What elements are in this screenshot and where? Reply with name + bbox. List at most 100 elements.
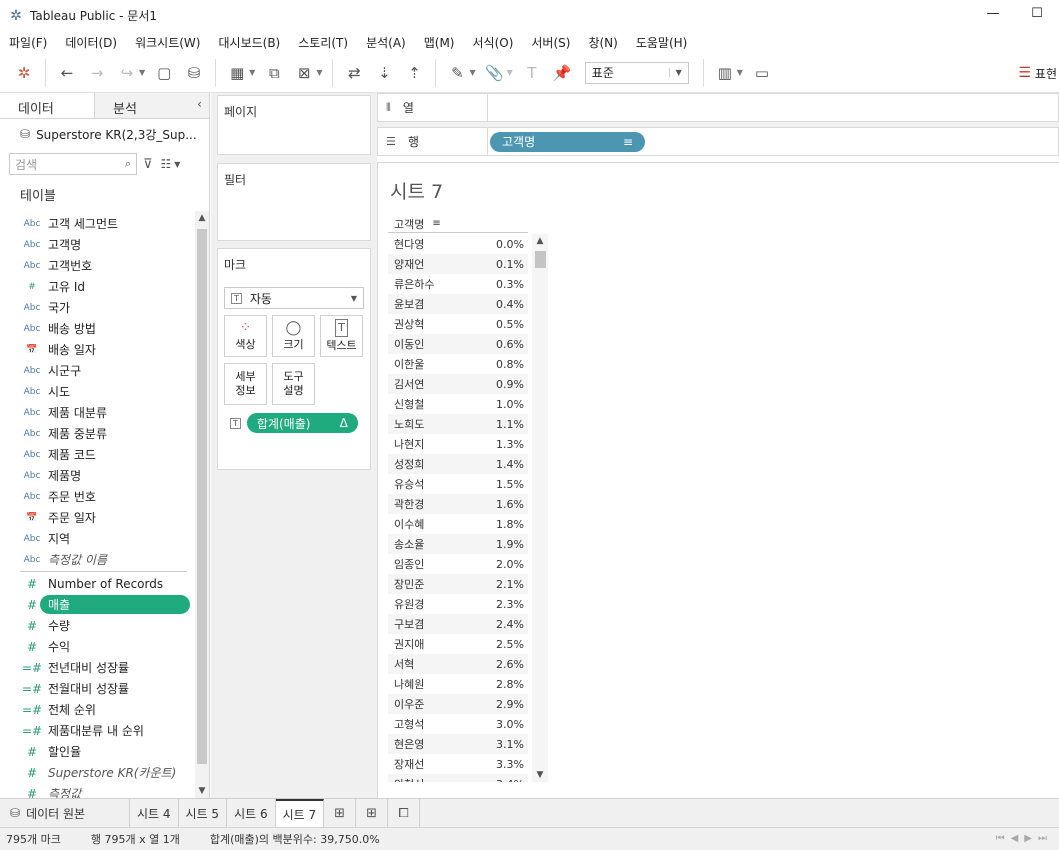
show-cards-dropdown-icon[interactable]: ▼	[737, 68, 743, 77]
menu-worksheet[interactable]: 워크시트(W)	[126, 34, 209, 51]
duplicate-sheet-icon[interactable]: ⧉	[262, 61, 286, 85]
view-scrollbar[interactable]: ▲ ▼	[532, 234, 548, 782]
table-row[interactable]: 이우준 2.9%	[388, 694, 528, 714]
presentation-mode-icon[interactable]: ▭	[750, 61, 774, 85]
clear-sheet-dropdown-icon[interactable]: ▼	[316, 68, 322, 77]
group-dropdown-icon[interactable]: ▼	[507, 68, 513, 77]
scroll-up-icon[interactable]: ▲	[195, 213, 209, 223]
sheet-navigation-icons[interactable]: ⏮◀▶⏭	[996, 833, 1053, 844]
table-row[interactable]: 현은영 3.1%	[388, 734, 528, 754]
scroll-down-icon[interactable]: ▼	[532, 770, 548, 780]
highlight-icon[interactable]: ✎	[445, 61, 469, 85]
field-item[interactable]: Abc 제품 코드	[0, 444, 195, 465]
text-button[interactable]: T 텍스트	[320, 315, 363, 357]
tab-data[interactable]: 데이터	[0, 93, 95, 118]
field-item[interactable]: Abc 지역	[0, 528, 195, 549]
minimize-button[interactable]: —	[971, 6, 1015, 21]
new-worksheet-dropdown-icon[interactable]: ▼	[249, 68, 255, 77]
table-row[interactable]: 안현서3.4%	[388, 774, 528, 782]
scrollbar-thumb[interactable]	[197, 229, 207, 764]
menu-story[interactable]: 스토리(T)	[289, 34, 357, 51]
fit-select[interactable]: 표준 ▼	[584, 61, 689, 84]
scroll-up-icon[interactable]: ▲	[532, 236, 548, 246]
menu-format[interactable]: 서식(O)	[464, 34, 523, 51]
table-row[interactable]: 임종인 2.0%	[388, 554, 528, 574]
table-row[interactable]: 곽한경 1.6%	[388, 494, 528, 514]
field-item[interactable]: Abc 측정값 이름	[0, 549, 195, 570]
swap-rows-columns-icon[interactable]: ⇄	[342, 61, 366, 85]
table-row[interactable]: 나현지 1.3%	[388, 434, 528, 454]
columns-shelf[interactable]: ⦀ 열	[377, 93, 1059, 122]
filter-icon[interactable]: ⊽	[143, 157, 153, 172]
field-item[interactable]: Abc 배송 방법	[0, 318, 195, 339]
tab-analysis[interactable]: 분석	[95, 93, 190, 118]
field-item[interactable]: Abc 고객번호	[0, 255, 195, 276]
field-item[interactable]: =# 전월대비 성장률	[0, 678, 195, 699]
field-item[interactable]: Abc 시군구	[0, 360, 195, 381]
show-mark-labels-icon[interactable]: T	[520, 61, 544, 85]
maximize-button[interactable]: ☐	[1015, 6, 1059, 21]
field-item[interactable]: =# 제품대분류 내 순위	[0, 720, 195, 741]
field-item[interactable]: Abc 제품 중분류	[0, 423, 195, 444]
table-row[interactable]: 권상혁 0.5%	[388, 314, 528, 334]
field-item[interactable]: # 고유 Id	[0, 276, 195, 297]
sort-icon[interactable]: ≡	[432, 218, 440, 229]
view-mode-dropdown-icon[interactable]: ▼	[174, 160, 180, 169]
new-datasource-icon[interactable]: ⛁	[182, 61, 206, 85]
field-item[interactable]: Abc 고객명	[0, 234, 195, 255]
color-button[interactable]: ⁘ 색상	[224, 315, 267, 357]
new-story-icon[interactable]: ⧠	[388, 799, 421, 827]
mark-type-select[interactable]: T 자동 ▼	[224, 287, 364, 309]
tableau-home-icon[interactable]: ✲	[12, 61, 36, 85]
table-row[interactable]: 장민준 2.1%	[388, 574, 528, 594]
table-row[interactable]: 신형철 1.0%	[388, 394, 528, 414]
tab-sheet-5[interactable]: 시트 5	[179, 799, 228, 827]
table-row[interactable]: 고형석 3.0%	[388, 714, 528, 734]
sum-sales-pill[interactable]: 합계(매출) Δ	[246, 413, 358, 433]
tab-sheet-6[interactable]: 시트 6	[227, 799, 276, 827]
menu-window[interactable]: 창(N)	[579, 34, 626, 51]
field-item[interactable]: Abc 제품 대분류	[0, 402, 195, 423]
view-mode-icon[interactable]: ☷	[161, 157, 172, 171]
menu-help[interactable]: 도움말(H)	[627, 34, 697, 51]
table-row[interactable]: 장재선 3.3%	[388, 754, 528, 774]
field-item[interactable]: # Superstore KR(카운트)	[0, 762, 195, 783]
field-item[interactable]: # Number of Records	[0, 573, 195, 594]
table-row[interactable]: 현다영 0.0%	[388, 234, 528, 254]
field-item[interactable]: =# 전년대비 성장률	[0, 657, 195, 678]
replay-icon[interactable]: ↪	[115, 61, 139, 85]
filters-card[interactable]: 필터	[217, 163, 371, 241]
table-row[interactable]: 이한울 0.8%	[388, 354, 528, 374]
table-row[interactable]: 양재언 0.1%	[388, 254, 528, 274]
sort-descending-icon[interactable]: ⇡	[402, 61, 426, 85]
show-cards-icon[interactable]: ▥	[713, 61, 737, 85]
collapse-pane-icon[interactable]: ‹	[190, 93, 209, 118]
menu-file[interactable]: 파일(F)	[0, 34, 56, 51]
field-item[interactable]: Abc 고객 세그먼트	[0, 213, 195, 234]
table-row[interactable]: 구보겸 2.4%	[388, 614, 528, 634]
field-item[interactable]: # 수량	[0, 615, 195, 636]
tab-sheet-7[interactable]: 시트 7	[275, 799, 325, 827]
sort-ascending-icon[interactable]: ⇣	[372, 61, 396, 85]
menu-map[interactable]: 맵(M)	[415, 34, 464, 51]
field-item[interactable]: 📅 주문 일자	[0, 507, 195, 528]
table-row[interactable]: 김서연 0.9%	[388, 374, 528, 394]
fix-axes-icon[interactable]: 📌	[550, 61, 574, 85]
save-icon[interactable]: ▢	[152, 61, 176, 85]
field-item[interactable]: =# 전체 순위	[0, 699, 195, 720]
table-row[interactable]: 유원경 2.3%	[388, 594, 528, 614]
group-members-icon[interactable]: 📎	[483, 61, 507, 85]
menu-server[interactable]: 서버(S)	[522, 34, 579, 51]
field-item[interactable]: Abc 제품명	[0, 465, 195, 486]
clear-sheet-icon[interactable]: ⊠	[292, 61, 316, 85]
highlight-dropdown-icon[interactable]: ▼	[469, 68, 475, 77]
sheet-title[interactable]: 시트 7	[390, 177, 443, 204]
table-row[interactable]: 윤보겸 0.4%	[388, 294, 528, 314]
field-item[interactable]: 📅 배송 일자	[0, 339, 195, 360]
rows-shelf[interactable]: ☰ 행 고객명 ≡	[377, 127, 1059, 156]
scrollbar-thumb[interactable]	[535, 251, 546, 268]
field-list-scrollbar[interactable]: ▲ ▼	[195, 211, 209, 798]
customer-name-pill[interactable]: 고객명 ≡	[490, 131, 645, 152]
pages-card[interactable]: 페이지	[217, 95, 371, 155]
field-item[interactable]: Abc 시도	[0, 381, 195, 402]
